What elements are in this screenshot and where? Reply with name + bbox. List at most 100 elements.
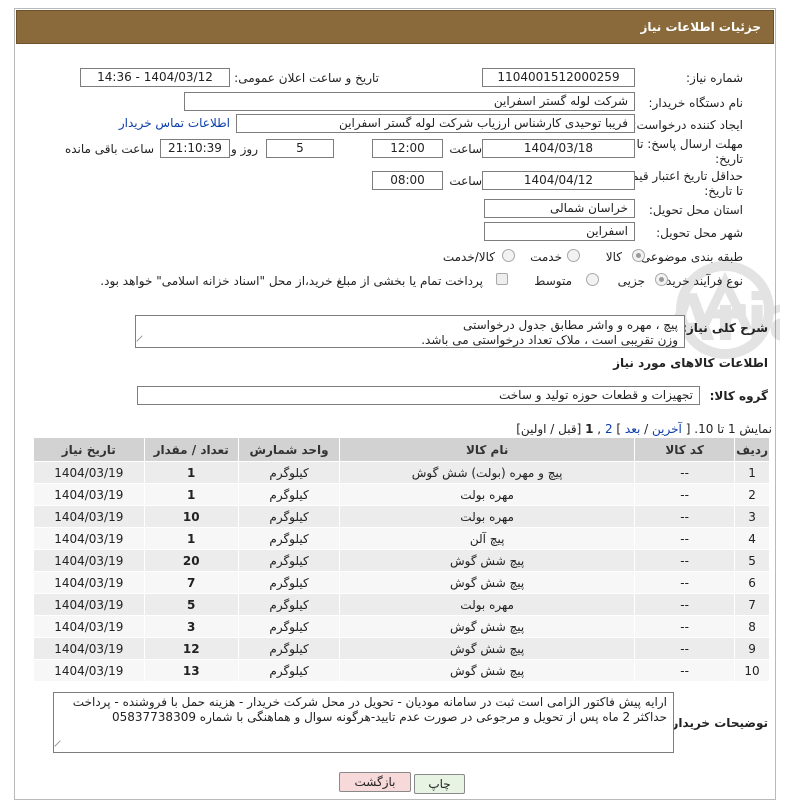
cell-code: -- xyxy=(634,571,736,594)
cell-row: 3 xyxy=(734,505,770,528)
payment-checkbox[interactable] xyxy=(496,273,508,285)
price-time-field: 08:00 xyxy=(372,171,443,190)
notes-textarea: ارایه پیش فاکتور الزامی است ثبت در سامان… xyxy=(53,692,674,753)
city-label: شهر محل تحویل: xyxy=(656,226,743,240)
price-validity-label-2: تا تاریخ: xyxy=(704,184,743,198)
cell-qty: 10 xyxy=(143,505,239,528)
buyer-org-label: نام دستگاه خریدار: xyxy=(648,96,744,110)
category-radio-service[interactable] xyxy=(567,249,580,262)
resize-handle-icon[interactable] xyxy=(54,740,66,752)
cell-date: 1404/03/19 xyxy=(33,527,145,550)
category-radio-goods[interactable] xyxy=(632,249,645,262)
col-name: نام کالا xyxy=(339,437,636,462)
back-button[interactable]: بازگشت xyxy=(339,772,411,792)
reply-time-field: 12:00 xyxy=(372,139,443,158)
price-validity-label: حداقل تاریخ اعتبار قیمت: xyxy=(616,169,743,183)
print-button[interactable]: چاپ xyxy=(414,774,465,794)
pager-page-1: 1 xyxy=(585,422,594,436)
cell-name: مهره بولت xyxy=(339,483,636,506)
reply-time-label: ساعت xyxy=(449,142,482,156)
col-qty: تعداد / مقدار xyxy=(143,437,239,462)
announce-label: تاریخ و ساعت اعلان عمومی: xyxy=(234,71,379,85)
cell-qty: 3 xyxy=(143,615,239,638)
pager-prev-first: [قبل / اولین] xyxy=(516,422,582,436)
cell-row: 9 xyxy=(734,637,770,660)
cell-row: 10 xyxy=(734,659,770,682)
cell-date: 1404/03/19 xyxy=(33,615,145,638)
pager-next-link[interactable]: بعد xyxy=(625,422,640,436)
cell-qty: 7 xyxy=(143,571,239,594)
summary-label: شرح کلی نیاز: xyxy=(682,321,768,335)
pager: نمایش 1 تا 10. [ آخرین / بعد ] 2 , 1 [قب… xyxy=(516,422,772,436)
notes-label: توضیحات خریدار: xyxy=(666,716,768,730)
col-code: کد کالا xyxy=(634,437,736,462)
cell-qty: 1 xyxy=(143,483,239,506)
cell-date: 1404/03/19 xyxy=(33,461,145,484)
cell-name: پیچ شش گوش xyxy=(339,615,636,638)
goods-group-field: تجهیزات و قطعات حوزه تولید و ساخت xyxy=(137,386,700,405)
reply-deadline-label-2: تاریخ: xyxy=(715,152,743,166)
days-field: 5 xyxy=(266,139,334,158)
cell-unit: کیلوگرم xyxy=(237,593,341,616)
col-unit: واحد شمارش xyxy=(237,437,341,462)
table-row: 9 -- پیچ شش گوش کیلوگرم 12 1404/03/19 xyxy=(33,637,770,660)
page-header: جزئیات اطلاعات نیاز xyxy=(16,10,774,44)
cell-row: 5 xyxy=(734,549,770,572)
cell-name: پیچ شش گوش xyxy=(339,637,636,660)
process-radio-partial[interactable] xyxy=(655,273,668,286)
notes-line-2: حداکثر 2 ماه پس از تحویل و مرجوعی در صور… xyxy=(111,710,667,724)
cell-code: -- xyxy=(634,549,736,572)
price-time-label: ساعت xyxy=(449,174,482,188)
category-option-goods-service: کالا/خدمت xyxy=(442,250,495,264)
table-row: 8 -- پیچ شش گوش کیلوگرم 3 1404/03/19 xyxy=(33,615,770,638)
category-radio-goods-service[interactable] xyxy=(502,249,515,262)
category-option-service: خدمت xyxy=(530,250,562,264)
province-label: استان محل تحویل: xyxy=(648,203,743,217)
goods-table: ردیف کد کالا نام کالا واحد شمارش تعداد /… xyxy=(33,437,770,682)
cell-row: 8 xyxy=(734,615,770,638)
cell-name: پیچ آلن xyxy=(339,527,636,550)
cell-name: پیچ و مهره (بولت) شش گوش xyxy=(339,461,636,484)
need-number-field: 1104001512000259 xyxy=(482,68,635,87)
notes-line-1: ارایه پیش فاکتور الزامی است ثبت در سامان… xyxy=(72,695,667,709)
cell-code: -- xyxy=(634,527,736,550)
table-row: 2 -- مهره بولت کیلوگرم 1 1404/03/19 xyxy=(33,483,770,506)
process-radio-medium[interactable] xyxy=(586,273,599,286)
cell-unit: کیلوگرم xyxy=(237,659,341,682)
city-field: اسفراین xyxy=(484,222,635,241)
requester-field: فریبا توحیدی کارشناس ارزیاب شرکت لوله گس… xyxy=(236,114,635,133)
contact-link[interactable]: اطلاعات تماس خریدار xyxy=(119,116,230,130)
requester-label: ایجاد کننده درخواست: xyxy=(632,118,743,132)
pager-page-2[interactable]: 2 xyxy=(605,422,613,436)
cell-qty: 20 xyxy=(143,549,239,572)
table-row: 1 -- پیچ و مهره (بولت) شش گوش کیلوگرم 1 1404/… xyxy=(33,461,770,484)
cell-unit: کیلوگرم xyxy=(237,527,341,550)
cell-name: پیچ شش گوش xyxy=(339,659,636,682)
table-header-row: ردیف کد کالا نام کالا واحد شمارش تعداد /… xyxy=(33,437,770,462)
process-label: نوع فرآیند خرید : xyxy=(658,274,743,288)
cell-name: مهره بولت xyxy=(339,593,636,616)
cell-date: 1404/03/19 xyxy=(33,637,145,660)
cell-code: -- xyxy=(634,615,736,638)
cell-date: 1404/03/19 xyxy=(33,659,145,682)
pager-last-link[interactable]: آخرین xyxy=(652,422,682,436)
goods-group-label: گروه کالا: xyxy=(709,389,768,403)
cell-qty: 12 xyxy=(143,637,239,660)
cell-code: -- xyxy=(634,659,736,682)
cell-code: -- xyxy=(634,505,736,528)
reply-date-field: 1404/03/18 xyxy=(482,139,635,158)
need-number-label: شماره نیاز: xyxy=(686,71,743,85)
remaining-label: ساعت باقی مانده xyxy=(64,142,154,156)
process-option-medium: متوسط xyxy=(534,274,572,288)
cell-unit: کیلوگرم xyxy=(237,549,341,572)
cell-qty: 1 xyxy=(143,527,239,550)
cell-unit: کیلوگرم xyxy=(237,461,341,484)
summary-line-1: پیچ ، مهره و واشر مطابق جدول درخواستی xyxy=(462,318,678,332)
cell-row: 4 xyxy=(734,527,770,550)
col-row: ردیف xyxy=(734,437,770,462)
price-date-field: 1404/04/12 xyxy=(482,171,635,190)
cell-code: -- xyxy=(634,593,736,616)
cell-row: 6 xyxy=(734,571,770,594)
cell-qty: 5 xyxy=(143,593,239,616)
cell-code: -- xyxy=(634,637,736,660)
